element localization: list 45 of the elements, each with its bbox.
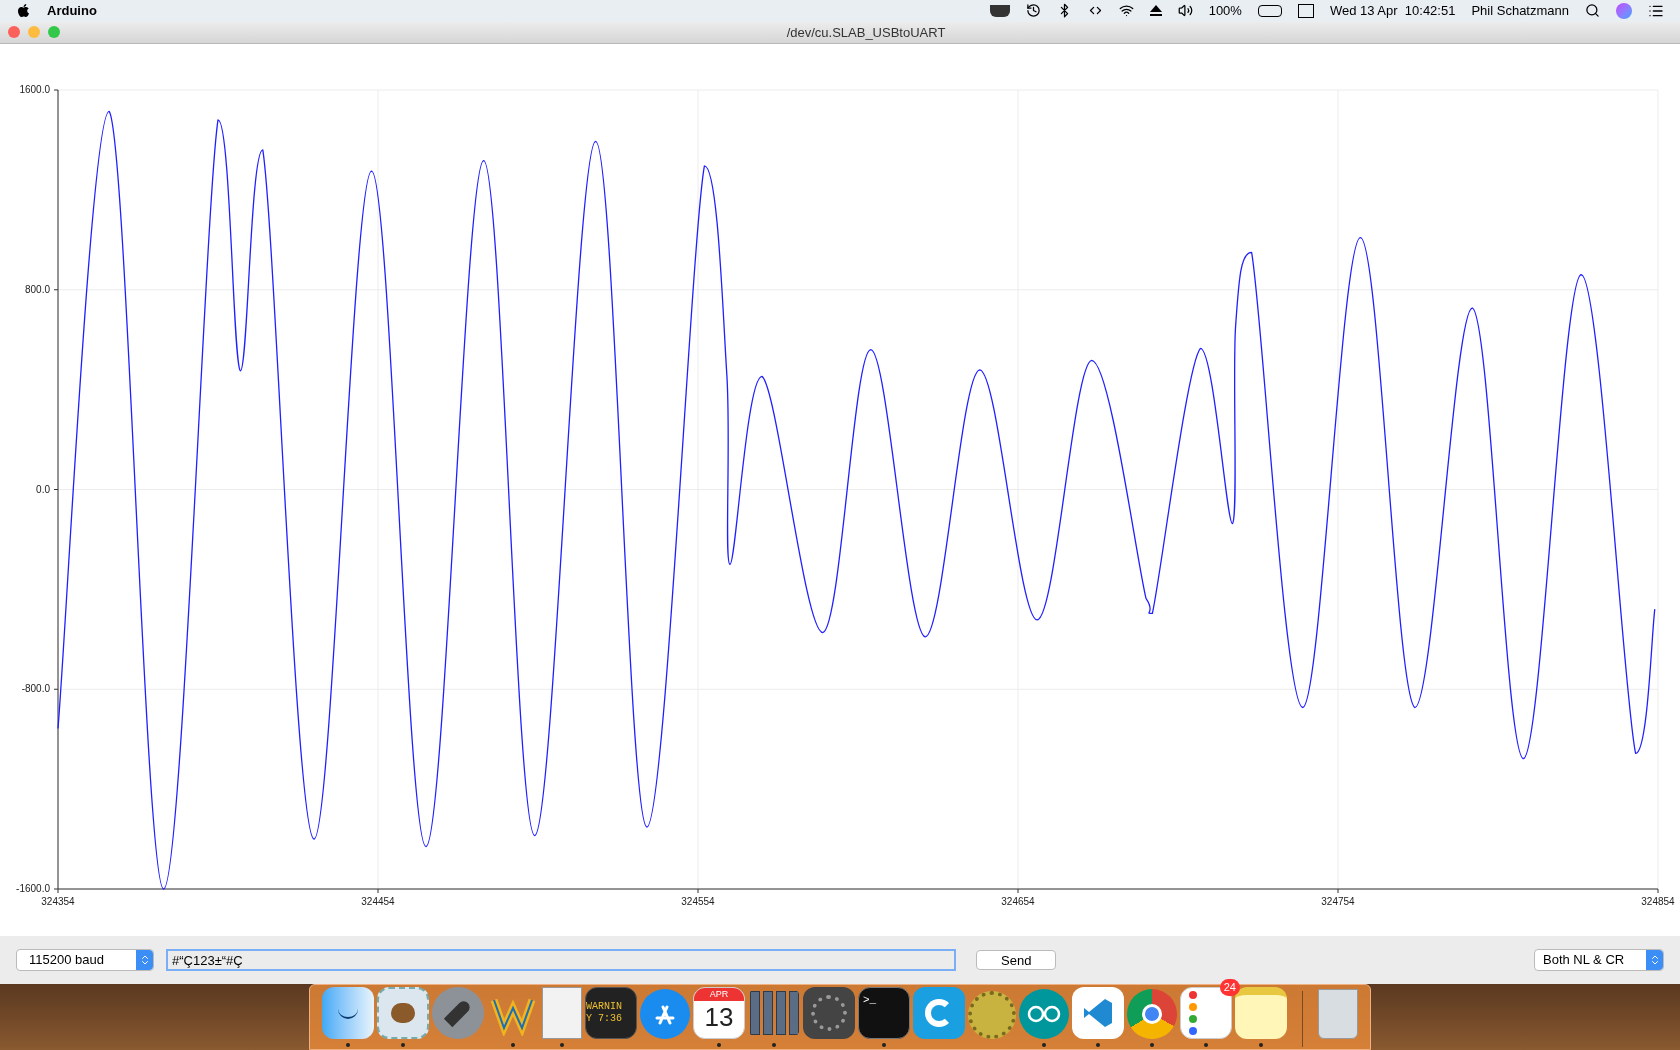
y-tick-label: 1600.0 (19, 83, 50, 95)
battery-percent: 100% (1208, 2, 1242, 21)
y-tick-label: 800.0 (24, 283, 50, 295)
trash-icon[interactable] (1318, 989, 1358, 1039)
calendar-month: APR (694, 988, 744, 1001)
send-button[interactable]: Send (976, 950, 1057, 971)
calendar-icon[interactable]: APR 13 (693, 987, 745, 1039)
x-tick-label: 324454 (361, 895, 395, 907)
apple-icon[interactable] (16, 3, 31, 19)
y-tick-label: 0.0 (36, 483, 50, 495)
close-button[interactable] (8, 26, 20, 39)
line-ending-select[interactable]: Both NL & CR (1534, 949, 1664, 972)
x-tick-label: 324354 (41, 895, 75, 907)
terminal-icon[interactable]: >_ (858, 987, 910, 1039)
console-text: Y 7:36 (586, 1013, 622, 1025)
time-machine-icon[interactable] (1025, 3, 1041, 19)
x-tick-label: 324654 (1001, 895, 1035, 907)
browser-icon[interactable] (1127, 989, 1177, 1039)
x-tick-label: 324854 (1641, 895, 1675, 907)
app-menu[interactable]: Arduino (47, 1, 97, 21)
code-editor-icon[interactable] (1072, 987, 1124, 1039)
infinity-logo-icon[interactable] (1019, 989, 1069, 1039)
wifi-icon[interactable] (1118, 3, 1134, 19)
search-icon[interactable] (1585, 3, 1600, 19)
console-icon[interactable]: WARNIN Y 7:36 (585, 987, 637, 1039)
window-title: /dev/cu.SLAB_USBtoUART (786, 23, 946, 42)
message-input-field[interactable]: #“Ç123±“#Ç (166, 949, 956, 972)
y-tick-label: -800.0 (21, 683, 50, 695)
battery-icon[interactable] (1257, 4, 1282, 17)
terminal-prompt: >_ (863, 993, 877, 1008)
x-tick-label: 324554 (681, 895, 715, 907)
notepad-icon[interactable] (1235, 987, 1287, 1039)
y-tick-label: -1600.0 (16, 882, 50, 894)
baud-select[interactable]: 115200 baud (16, 949, 154, 972)
c-logo-icon[interactable] (913, 987, 965, 1039)
eject-icon[interactable] (1149, 5, 1162, 17)
finder-icon[interactable] (322, 987, 374, 1039)
document-icon[interactable] (542, 987, 582, 1039)
volume-icon[interactable] (1177, 3, 1193, 19)
user-name[interactable]: Phil Schatzmann (1471, 1, 1569, 21)
calendar-day: 13 (704, 1001, 734, 1033)
app-store-icon[interactable] (640, 989, 690, 1039)
menu-clock[interactable]: Wed 13 Apr 10:42:51 (1329, 1, 1456, 21)
console-text: WARNIN (586, 1001, 622, 1013)
x-tick-label: 324754 (1321, 895, 1355, 907)
